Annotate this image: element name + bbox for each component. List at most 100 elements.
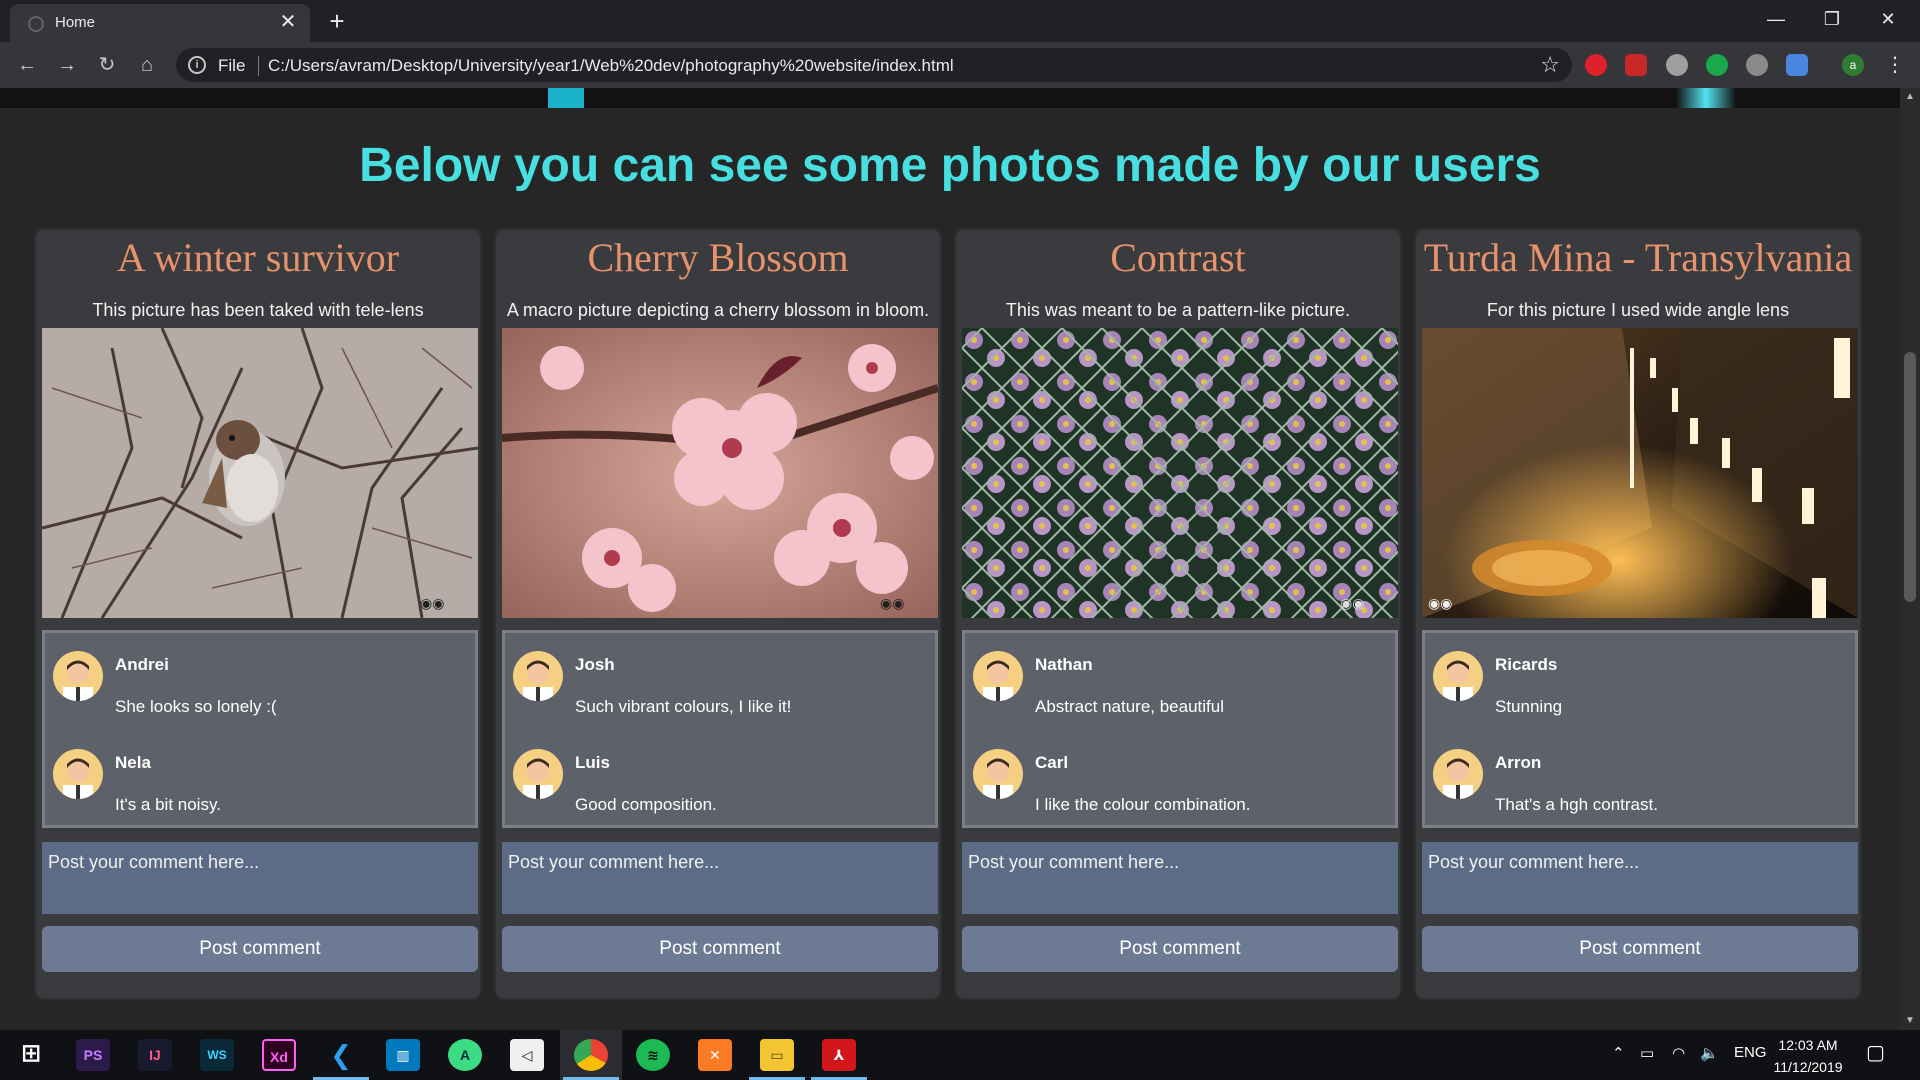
page-scrollbar[interactable]: ▲ ▼ [1900,88,1920,1030]
comment-author: Luis [575,753,610,772]
user-avatar [973,651,1023,701]
user-avatar [1433,651,1483,701]
post-comment-button[interactable]: Post comment [502,926,938,972]
file-explorer-icon[interactable]: ▭ [760,1039,794,1071]
notifications-icon[interactable]: ▢ [1866,1040,1885,1065]
comment-author: Ricards [1495,655,1558,674]
comment-item: Josh Such vibrant colours, I like it! [511,641,931,721]
card-description: A macro picture depicting a cherry bloss… [506,300,930,320]
comment-input[interactable] [502,842,938,914]
close-window-icon[interactable]: ✕ [1860,0,1916,40]
page-favicon-icon [28,16,44,32]
scroll-down-arrow-icon[interactable]: ▼ [1900,1012,1920,1030]
extension-gear-icon[interactable] [1746,54,1768,76]
address-bar[interactable]: i File C:/Users/avram/Desktop/University… [176,48,1572,82]
photo-card: Turda Mina - Transylvania For this pictu… [1414,228,1862,1000]
hero-banner-bottom [0,88,1900,108]
minimize-icon[interactable]: — [1748,0,1804,40]
restore-icon[interactable]: ❐ [1804,0,1860,40]
volume-icon[interactable]: 🔈 [1700,1044,1719,1062]
browser-titlebar: Home ✕ + — ❐ ✕ [0,0,1920,42]
vscode-icon[interactable]: ❮ [324,1039,358,1071]
hero-light [1676,88,1736,108]
comment-text: Abstract nature, beautiful [1035,697,1225,716]
xampp-icon[interactable]: ✕ [698,1039,732,1071]
bookmark-star-icon[interactable]: ☆ [1540,52,1560,78]
info-icon[interactable]: i [188,56,206,74]
comment-author: Nathan [1035,655,1093,674]
adobe-xd-icon[interactable]: Xd [262,1039,296,1071]
profile-avatar[interactable]: a [1842,54,1864,76]
gallery-heading: Below you can see some photos made by ou… [359,139,1541,192]
card-title: Turda Mina - Transylvania [1423,235,1853,280]
comment-text: It's a bit noisy. [115,795,221,814]
photo-sparrow: ◉◉ [42,328,478,618]
unity-icon[interactable]: ◁ [510,1039,544,1071]
comment-author: Josh [575,655,615,674]
user-avatar [973,749,1023,799]
comment-text: That's a hgh contrast. [1495,795,1658,814]
android-studio-icon[interactable]: A [448,1039,482,1071]
back-arrow-icon[interactable]: ← [12,50,42,80]
taskbar-clock[interactable]: 12:03 AM 11/12/2019 [1768,1034,1848,1078]
comment-author: Carl [1035,753,1069,772]
comment-input[interactable] [42,842,478,914]
comment-author: Nela [115,753,151,772]
comment-author: Andrei [115,655,169,674]
comments-box: Josh Such vibrant colours, I like it! Lu… [502,630,938,828]
spotify-icon[interactable]: ≋ [636,1039,670,1071]
reload-icon[interactable]: ↻ [92,50,122,80]
user-avatar [53,749,103,799]
comment-item: Nela It's a bit noisy. [51,739,471,819]
forward-arrow-icon[interactable]: → [52,50,82,80]
card-description: For this picture I used wide angle lens [1486,300,1790,320]
comment-input[interactable] [1422,842,1858,914]
comment-input[interactable] [962,842,1398,914]
extension-lastpass-icon[interactable] [1625,54,1647,76]
clock-date: 11/12/2019 [1773,1059,1843,1075]
extension-green-icon[interactable] [1706,54,1728,76]
card-description: This picture has been taked with tele-le… [92,300,424,320]
comment-text: Good composition. [575,795,717,814]
photo-card: A winter survivor This picture has been … [34,228,482,1000]
hero-light [548,88,584,108]
extension-red-icon[interactable] [1585,54,1607,76]
battery-icon[interactable]: ▭ [1640,1044,1654,1062]
comment-item: Andrei She looks so lonely :( [51,641,471,721]
comment-author: Arron [1495,753,1542,772]
extension-translate-icon[interactable] [1786,54,1808,76]
webstorm-icon[interactable]: WS [200,1039,234,1071]
new-tab-button[interactable]: + [322,6,352,36]
scrollbar-thumb[interactable] [1904,352,1916,602]
card-description: This was meant to be a pattern-like pict… [1005,300,1351,320]
card-title: Cherry Blossom [587,235,849,280]
trello-icon[interactable]: ▥ [386,1039,420,1071]
comments-box: Nathan Abstract nature, beautiful Carl I… [962,630,1398,828]
acrobat-icon[interactable]: ⅄ [822,1039,856,1071]
wifi-icon[interactable]: ◠ [1672,1044,1685,1062]
scroll-up-arrow-icon[interactable]: ▲ [1900,88,1920,106]
card-title: Contrast [1110,235,1246,280]
extension-grey-icon[interactable] [1666,54,1688,76]
post-comment-button[interactable]: Post comment [1422,926,1858,972]
chrome-icon[interactable] [574,1039,608,1071]
browser-tab[interactable]: Home ✕ [10,4,310,42]
user-avatar [513,749,563,799]
photo-flowers-fence: ◉◉ [962,328,1398,618]
tab-title: Home [55,14,96,31]
home-icon[interactable]: ⌂ [132,50,162,80]
url-text[interactable]: C:/Users/avram/Desktop/University/year1/… [268,56,954,76]
page-content: Below you can see some photos made by ou… [0,88,1900,1030]
post-comment-button[interactable]: Post comment [42,926,478,972]
menu-kebab-icon[interactable]: ⋮ [1884,54,1906,76]
close-tab-icon[interactable]: ✕ [276,10,300,34]
windows-start-icon[interactable]: ⊞ [14,1039,48,1071]
post-comment-button[interactable]: Post comment [962,926,1398,972]
clock-time: 12:03 AM [1778,1037,1838,1053]
scheme-label: File [218,56,246,75]
language-indicator[interactable]: ENG [1734,1044,1767,1061]
phpstorm-icon[interactable]: PS [76,1039,110,1071]
svg-text:◉◉: ◉◉ [420,597,444,612]
tray-chevron-up-icon[interactable]: ⌃ [1612,1044,1625,1062]
intellij-icon[interactable]: IJ [138,1039,172,1071]
